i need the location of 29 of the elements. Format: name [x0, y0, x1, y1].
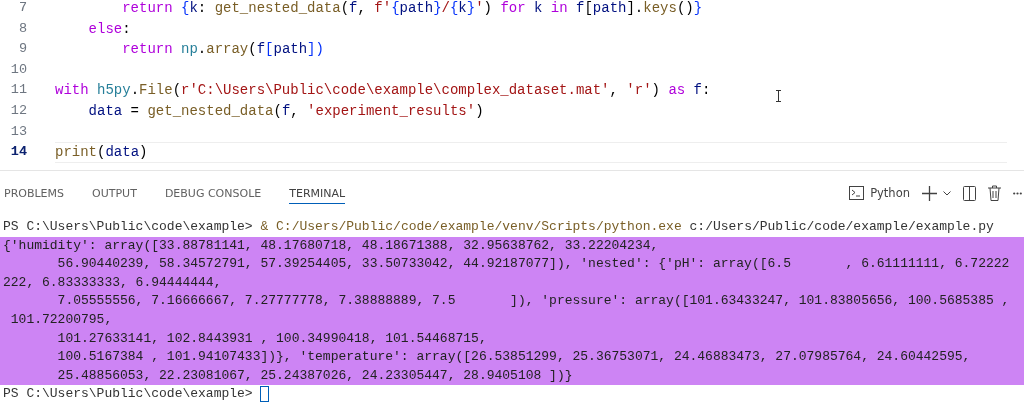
chevron-down-icon[interactable] [943, 190, 951, 196]
text-cursor-icon [775, 90, 782, 102]
trash-icon[interactable] [988, 185, 1001, 201]
code-line: with h5py.File(r'C:\Users\Public\code\example\complex_dataset.mat', 'r') as f: [55, 81, 711, 101]
line-number: 12 [9, 101, 27, 120]
terminal-icon [849, 186, 865, 200]
terminal-line: PS C:\Users\Public\code\example> & C:/Users/Public/code/example/venv/Scripts/python.exe c:/Users/Public/code/example/example.py [2, 218, 995, 236]
code-line: data = get_nested_data(f, 'experiment_results') [87, 101, 484, 121]
terminal-profile-button[interactable]: Python [849, 186, 910, 200]
plus-icon[interactable] [922, 185, 937, 201]
panel-tab[interactable]: DEBUG CONSOLE [164, 182, 262, 204]
more-icon[interactable] [1013, 191, 1022, 195]
panel-tab[interactable]: TERMINAL [289, 182, 346, 204]
line-number: 11 [9, 81, 27, 100]
code-line: else: [87, 19, 131, 39]
line-number: 7 [17, 0, 27, 17]
split-icon[interactable] [963, 185, 976, 201]
line-number: 10 [9, 60, 27, 79]
code-line: print(data) [55, 142, 1007, 163]
panel-tab[interactable]: OUTPUT [92, 182, 137, 204]
code-line: return np.array(f[path]) [121, 40, 324, 60]
terminal-prompt: PS C:\Users\Public\code\example> [3, 386, 254, 402]
terminal-cursor [260, 385, 270, 402]
panel-tab[interactable]: PROBLEMS [4, 182, 65, 204]
line-number: 13 [9, 122, 27, 141]
line-number: 9 [17, 40, 27, 59]
line-number: 14 [9, 143, 27, 162]
code-line: return {k: get_nested_data(f, f'{path}/{k}') for k in f[path].keys()} [121, 0, 703, 18]
line-number: 8 [17, 19, 27, 38]
